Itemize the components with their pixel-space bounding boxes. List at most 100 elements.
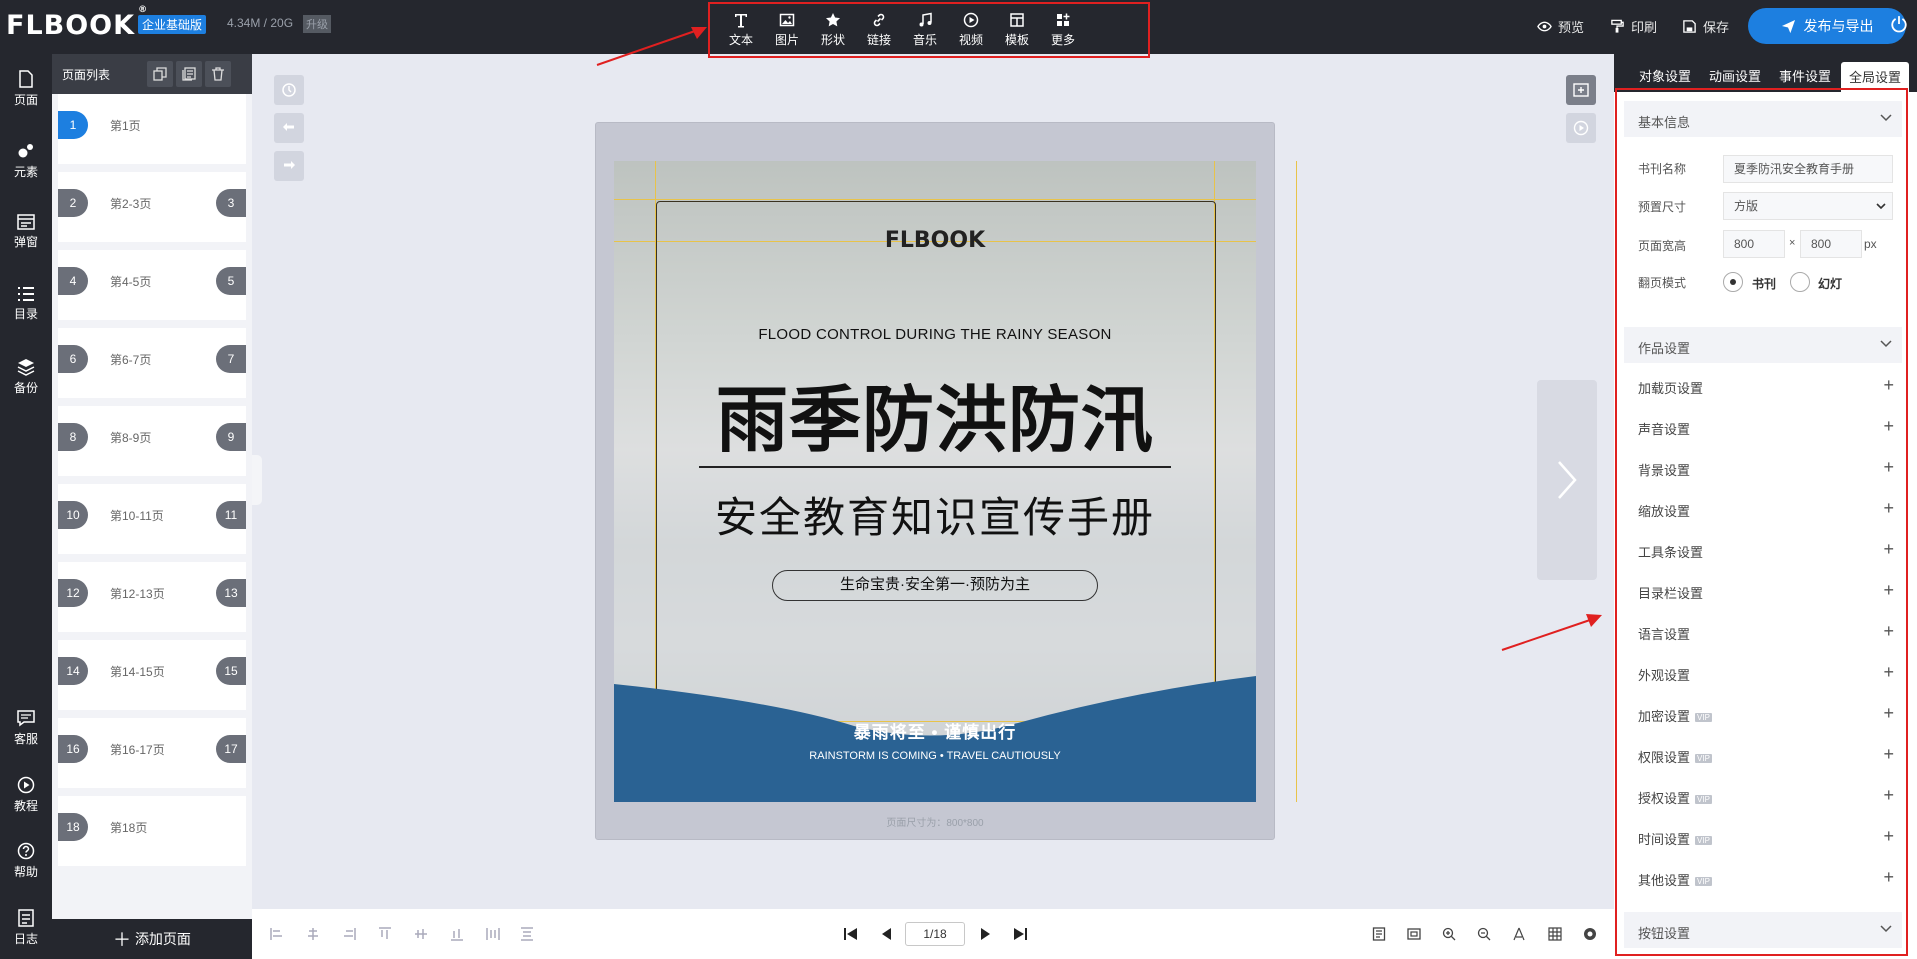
list-icon xyxy=(18,287,34,301)
distribute-v-icon[interactable] xyxy=(520,927,534,941)
page-number-left: 2 xyxy=(58,189,88,217)
prev-page-icon[interactable] xyxy=(879,926,895,942)
page-label: 第6-7页 xyxy=(110,353,152,367)
page-number-right: 7 xyxy=(216,345,246,373)
add-image-icon xyxy=(1573,83,1589,97)
play-circle-icon xyxy=(17,776,35,794)
tab-animation-settings[interactable]: 动画设置 xyxy=(1709,66,1761,85)
align-center-h-icon[interactable] xyxy=(306,927,320,941)
tool-shape[interactable]: 形状 xyxy=(808,12,858,48)
page-list-item[interactable]: 14 第14-15页 15 xyxy=(58,640,246,710)
template-icon xyxy=(1010,13,1024,27)
first-page-icon[interactable] xyxy=(843,926,859,942)
nav-pages[interactable]: 页面 xyxy=(0,70,52,108)
ruler-icon[interactable] xyxy=(1512,927,1526,941)
tool-link[interactable]: 链接 xyxy=(854,12,904,48)
page-main-title: 雨季防洪防汛 xyxy=(715,381,1154,461)
page-label: 第14-15页 xyxy=(110,665,165,679)
preview-button[interactable]: 预览 xyxy=(1537,17,1584,36)
send-icon xyxy=(1781,19,1795,33)
page-number-left: 12 xyxy=(58,579,88,607)
page-list-item[interactable]: 1 第1页 xyxy=(58,94,246,164)
nav-support[interactable]: 客服 xyxy=(0,709,52,747)
page-indicator[interactable]: 1/18 xyxy=(905,922,965,946)
distribute-h-icon[interactable] xyxy=(486,927,500,941)
annotation-arrow-top xyxy=(596,27,707,66)
zoom-in-icon[interactable] xyxy=(1442,927,1456,941)
page-list-item[interactable]: 6 第6-7页 7 xyxy=(58,328,246,398)
redo-button[interactable] xyxy=(274,151,304,181)
reset-button[interactable] xyxy=(274,75,304,105)
storage-usage: 4.34M / 20G xyxy=(227,16,294,30)
elements-icon xyxy=(18,144,33,158)
image-icon xyxy=(779,13,795,27)
align-top-icon[interactable] xyxy=(378,927,392,941)
tool-more[interactable]: 更多 xyxy=(1038,12,1088,48)
nav-log[interactable]: 日志 xyxy=(0,909,52,947)
page-list-item[interactable]: 4 第4-5页 5 xyxy=(58,250,246,320)
duplicate-page-button[interactable] xyxy=(176,61,202,87)
nav-elements[interactable]: 元素 xyxy=(0,142,52,180)
next-page-arrow[interactable] xyxy=(1537,380,1597,580)
save-button[interactable]: 保存 xyxy=(1682,17,1729,36)
last-page-icon[interactable] xyxy=(1012,926,1028,942)
grid-icon[interactable] xyxy=(1548,927,1562,941)
fit-screen-icon[interactable] xyxy=(1407,927,1421,941)
zoom-out-icon[interactable] xyxy=(1477,927,1491,941)
page-label: 第10-11页 xyxy=(110,509,164,523)
tool-template[interactable]: 模板 xyxy=(992,12,1042,48)
notes-icon[interactable] xyxy=(1372,927,1386,941)
page-list-item[interactable]: 2 第2-3页 3 xyxy=(58,172,246,242)
tab-event-settings[interactable]: 事件设置 xyxy=(1779,66,1831,85)
tool-music[interactable]: 音乐 xyxy=(900,12,950,48)
align-middle-icon[interactable] xyxy=(414,927,428,941)
tool-image[interactable]: 图片 xyxy=(762,12,812,48)
upgrade-button[interactable]: 升级 xyxy=(303,15,331,33)
page-number-left: 8 xyxy=(58,423,88,451)
nav-help[interactable]: 帮助 xyxy=(0,842,52,880)
play-circle-icon xyxy=(1573,120,1589,136)
nav-tutorial[interactable]: 教程 xyxy=(0,776,52,814)
floppy-icon xyxy=(1683,20,1696,33)
nav-toc[interactable]: 目录 xyxy=(0,286,52,322)
settings-tabs: 对象设置 动画设置 事件设置 全局设置 xyxy=(1614,54,1917,95)
tool-text[interactable]: 文本 xyxy=(716,12,766,48)
play-preview-button[interactable] xyxy=(1566,113,1596,143)
page-list-item[interactable]: 16 第16-17页 17 xyxy=(58,718,246,788)
publish-export-button[interactable]: 发布与导出 xyxy=(1748,8,1906,44)
nav-popups[interactable]: 弹窗 xyxy=(0,214,52,250)
tab-object-settings[interactable]: 对象设置 xyxy=(1639,66,1691,85)
page-list-item[interactable]: 12 第12-13页 13 xyxy=(58,562,246,632)
guide-line xyxy=(614,199,1256,200)
page-list-item[interactable]: 8 第8-9页 9 xyxy=(58,406,246,476)
annotation-arrow-right xyxy=(1501,614,1602,651)
align-left-icon[interactable] xyxy=(270,927,284,941)
delete-page-button[interactable] xyxy=(205,61,231,87)
layers-icon xyxy=(17,359,35,376)
align-bottom-icon[interactable] xyxy=(450,927,464,941)
page-number-left: 16 xyxy=(58,735,88,763)
align-right-icon[interactable] xyxy=(342,927,356,941)
page-number-left: 18 xyxy=(58,813,88,841)
page-thumbnail-button[interactable] xyxy=(1566,75,1596,105)
highlight-box-right xyxy=(1615,88,1908,956)
collapse-panel-handle[interactable] xyxy=(252,455,262,505)
copy-page-button[interactable] xyxy=(147,61,173,87)
settings-ball-icon[interactable] xyxy=(1583,927,1597,941)
redo-icon xyxy=(284,161,295,169)
power-icon[interactable] xyxy=(1890,15,1908,33)
book-page[interactable]: FLBOOK FLOOD CONTROL DURING THE RAINY SE… xyxy=(614,161,1256,802)
nav-backup[interactable]: 备份 xyxy=(0,358,52,396)
page-list-item[interactable]: 10 第10-11页 11 xyxy=(58,484,246,554)
paint-roller-icon xyxy=(1611,19,1624,33)
add-page-button[interactable]: ＋ 添加页面 xyxy=(52,919,252,959)
tool-video[interactable]: 视频 xyxy=(946,12,996,48)
music-icon xyxy=(919,12,932,27)
undo-button[interactable] xyxy=(274,113,304,143)
next-page-icon[interactable] xyxy=(977,926,993,942)
page-list-item[interactable]: 18 第18页 xyxy=(58,796,246,866)
edition-badge: 企业基础版 xyxy=(138,15,207,34)
page-bottom-cn: 暴雨将至 • 谨慎出行 xyxy=(853,723,1017,742)
print-button[interactable]: 印刷 xyxy=(1610,17,1657,36)
slogan-pill: 生命宝贵·安全第一·预防为主 xyxy=(772,570,1098,601)
